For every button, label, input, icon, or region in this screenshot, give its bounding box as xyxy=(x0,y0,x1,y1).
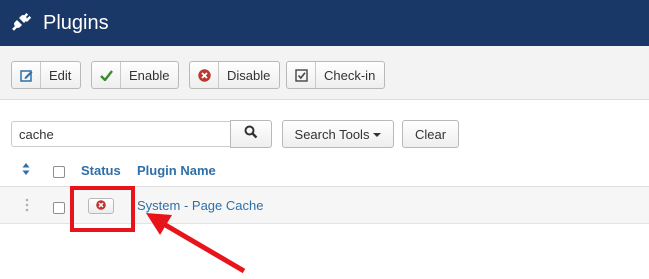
clear-button-label: Clear xyxy=(414,126,447,142)
page-title: Plugins xyxy=(43,12,109,34)
edit-button-label: Edit xyxy=(49,67,72,83)
enable-button-label: Enable xyxy=(129,67,170,83)
search-button[interactable] xyxy=(230,120,272,148)
sort-icon[interactable] xyxy=(22,162,30,176)
check-in-button[interactable]: Check-in xyxy=(286,61,386,89)
search-tools-button[interactable]: Search Tools xyxy=(282,120,394,148)
page-header: Plugins xyxy=(0,0,649,46)
status-column-header[interactable]: Status xyxy=(81,163,121,178)
checkmark-icon xyxy=(92,62,121,88)
edit-icon xyxy=(12,62,41,88)
clear-button[interactable]: Clear xyxy=(402,120,459,148)
disable-button[interactable]: Disable xyxy=(189,61,281,89)
checkbox-checked-icon xyxy=(287,62,316,88)
check-in-button-label: Check-in xyxy=(324,67,376,83)
caret-down-icon xyxy=(373,133,382,137)
search-icon xyxy=(244,125,258,144)
highlight-box xyxy=(70,186,135,232)
search-tools-label: Search Tools xyxy=(294,126,370,142)
plug-icon xyxy=(10,10,32,32)
edit-button[interactable]: Edit xyxy=(11,61,82,89)
red-arrow-icon xyxy=(146,213,246,274)
toolbar: Edit Enable Disable Check-in xyxy=(0,46,649,100)
plugins-page: Plugins Edit Enable Disable Check-in cac… xyxy=(0,0,649,279)
select-all-checkbox[interactable] xyxy=(53,166,65,178)
disable-icon xyxy=(190,62,219,88)
disable-button-label: Disable xyxy=(227,67,271,83)
row-checkbox[interactable] xyxy=(53,202,65,214)
table-header: Status Plugin Name xyxy=(0,156,649,187)
search-input[interactable] xyxy=(11,121,231,147)
drag-handle-icon[interactable] xyxy=(25,198,29,212)
enable-button[interactable]: Enable xyxy=(91,61,180,89)
plugin-name-column-header[interactable]: Plugin Name xyxy=(137,163,216,178)
